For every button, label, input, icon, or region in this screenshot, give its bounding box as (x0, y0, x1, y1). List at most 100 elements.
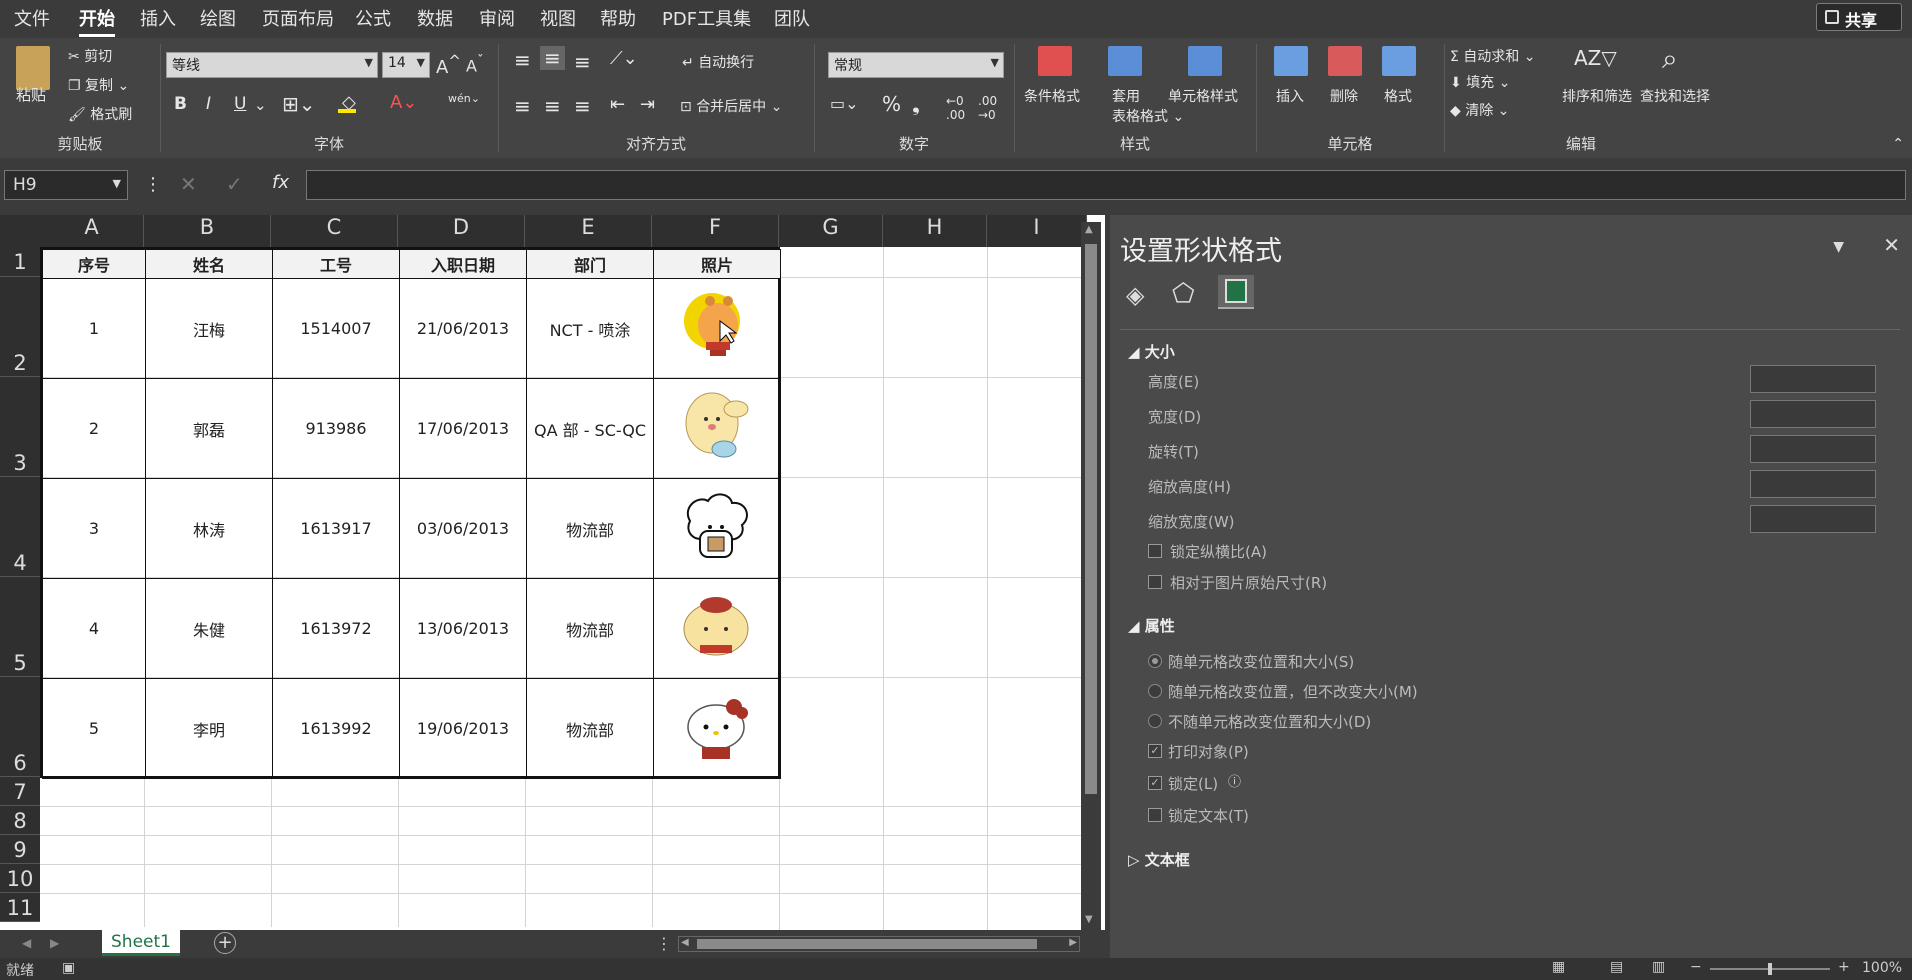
sheet-tab-sheet1[interactable]: Sheet1 (102, 930, 180, 956)
macro-record-icon[interactable]: ▣ (62, 960, 75, 976)
relative-original-checkbox[interactable] (1148, 575, 1162, 589)
textbox-section-header[interactable]: ▷ 文本框 (1128, 849, 1190, 870)
find-select-button[interactable]: 查找和选择 (1640, 86, 1710, 106)
page-layout-icon[interactable]: ▤ (1610, 959, 1623, 975)
select-all-corner[interactable] (0, 215, 40, 247)
comma-icon[interactable]: ❟ (912, 92, 920, 116)
cell[interactable]: 1613992 (272, 678, 400, 779)
paste-button[interactable]: 粘贴 (16, 84, 46, 105)
border-icon[interactable]: ⊞⌄ (282, 92, 316, 116)
cell[interactable]: 1613917 (272, 478, 400, 579)
fill-button[interactable]: ⬇ 填充 ⌄ (1450, 72, 1510, 92)
menu-home[interactable]: 开始 (79, 5, 115, 37)
align-center-icon[interactable]: ≡ (544, 94, 561, 118)
cell[interactable]: 1 (42, 278, 146, 379)
lock-text-checkbox[interactable] (1148, 808, 1162, 822)
row-header-9[interactable]: 9 (0, 835, 40, 864)
cell[interactable]: 13/06/2013 (399, 578, 527, 679)
clear-button[interactable]: ◆ 清除 ⌄ (1450, 100, 1509, 120)
menu-draw[interactable]: 绘图 (200, 5, 236, 31)
increase-indent-icon[interactable]: ⇥ (640, 94, 655, 115)
cell[interactable]: 物流部 (526, 478, 654, 579)
cell[interactable]: 913986 (272, 378, 400, 479)
merge-center-button[interactable]: ⊡ 合并后居中 ⌄ (680, 96, 782, 116)
name-box[interactable]: H9 ▼ (4, 170, 128, 200)
cell[interactable]: 17/06/2013 (399, 378, 527, 479)
header-cell[interactable]: 序号 (42, 249, 146, 279)
size-section-header[interactable]: ◢ 大小 (1128, 341, 1175, 362)
menu-data[interactable]: 数据 (417, 5, 453, 31)
h-scroll-thumb[interactable] (697, 939, 1037, 949)
menu-insert[interactable]: 插入 (140, 5, 176, 31)
scroll-down-icon[interactable]: ▼ (1085, 914, 1093, 925)
rotation-input[interactable] (1750, 435, 1876, 463)
size-properties-tab[interactable] (1218, 275, 1254, 309)
row-header-7[interactable]: 7 (0, 777, 40, 806)
scroll-up-icon[interactable]: ▲ (1085, 224, 1093, 235)
normal-view-icon[interactable]: ▦ (1552, 959, 1565, 975)
decrease-decimal-icon[interactable]: .00 →0 (978, 94, 997, 122)
number-format-select[interactable]: 常规 ▼ (828, 52, 1004, 78)
horizontal-scrollbar[interactable]: ◀ ▶ (678, 936, 1080, 952)
header-cell[interactable]: 姓名 (145, 249, 273, 279)
cell[interactable]: 21/06/2013 (399, 278, 527, 379)
underline-dropdown[interactable]: ⌄ (254, 96, 267, 114)
no-move-radio[interactable] (1148, 714, 1162, 728)
align-bottom-icon[interactable]: ≡ (574, 50, 591, 74)
photo-bear-image[interactable] (676, 287, 756, 367)
cell[interactable]: 3 (42, 478, 146, 579)
cell[interactable]: 4 (42, 578, 146, 679)
move-only-radio[interactable] (1148, 684, 1162, 698)
cell[interactable]: 郭磊 (145, 378, 273, 479)
col-header-a[interactable]: A (40, 215, 144, 247)
row-header-6[interactable]: 6 (0, 677, 40, 777)
col-header-e[interactable]: E (525, 215, 652, 247)
height-input[interactable] (1750, 365, 1876, 393)
lock-aspect-checkbox[interactable] (1148, 544, 1162, 558)
menu-review[interactable]: 审阅 (479, 5, 515, 31)
move-size-radio[interactable] (1148, 654, 1162, 668)
bold-button[interactable]: B (174, 94, 187, 114)
col-header-g[interactable]: G (779, 215, 883, 247)
align-middle-icon[interactable]: ≡ (540, 46, 565, 70)
cell[interactable]: 汪梅 (145, 278, 273, 379)
scroll-thumb[interactable] (1085, 244, 1097, 794)
scale-width-input[interactable] (1750, 505, 1876, 533)
properties-section-header[interactable]: ◢ 属性 (1128, 615, 1175, 636)
header-cell[interactable]: 入职日期 (399, 249, 527, 279)
collapse-ribbon-icon[interactable]: ⌃ (1892, 136, 1904, 152)
col-header-b[interactable]: B (144, 215, 271, 247)
cell[interactable]: 03/06/2013 (399, 478, 527, 579)
menu-file[interactable]: 文件 (14, 5, 50, 31)
effects-tab-icon[interactable]: ⬠ (1172, 279, 1195, 309)
cell[interactable]: 物流部 (526, 578, 654, 679)
font-size-select[interactable]: 14 ▼ (382, 52, 430, 78)
photo-sheep-image[interactable] (676, 487, 756, 567)
font-color-icon[interactable]: A⌄ (390, 92, 417, 113)
menu-pdf-tools[interactable]: PDF工具集 (662, 5, 751, 31)
menu-page-layout[interactable]: 页面布局 (262, 5, 334, 31)
enter-icon[interactable]: ✓ (226, 172, 243, 196)
scroll-left-icon[interactable]: ◀ (681, 937, 689, 948)
row-header-10[interactable]: 10 (0, 864, 40, 893)
decrease-indent-icon[interactable]: ⇤ (610, 94, 625, 115)
vertical-scrollbar[interactable]: ▲ ▼ (1081, 222, 1101, 932)
photo-pompompurin-image[interactable] (676, 587, 756, 667)
menu-team[interactable]: 团队 (774, 5, 810, 31)
row-header-3[interactable]: 3 (0, 377, 40, 477)
cell[interactable]: 李明 (145, 678, 273, 779)
prev-sheet-icon[interactable]: ◀ (22, 936, 31, 950)
cell[interactable]: 物流部 (526, 678, 654, 779)
insert-function-icon[interactable]: fx (272, 172, 289, 193)
fill-color-icon[interactable]: ◇ (337, 92, 356, 113)
col-header-i[interactable]: I (987, 215, 1087, 247)
align-top-icon[interactable]: ≡ (514, 48, 531, 72)
align-left-icon[interactable]: ≡ (514, 94, 531, 118)
fill-line-tab-icon[interactable]: ◈ (1126, 281, 1144, 309)
phonetic-button[interactable]: wén⌄ (448, 92, 480, 105)
copy-button[interactable]: ❐ 复制 ⌄ (68, 75, 129, 95)
underline-button[interactable]: U (234, 94, 246, 114)
accounting-icon[interactable]: ▭⌄ (830, 94, 859, 113)
zoom-level[interactable]: 100% (1862, 960, 1902, 976)
zoom-slider[interactable] (1710, 963, 1830, 975)
